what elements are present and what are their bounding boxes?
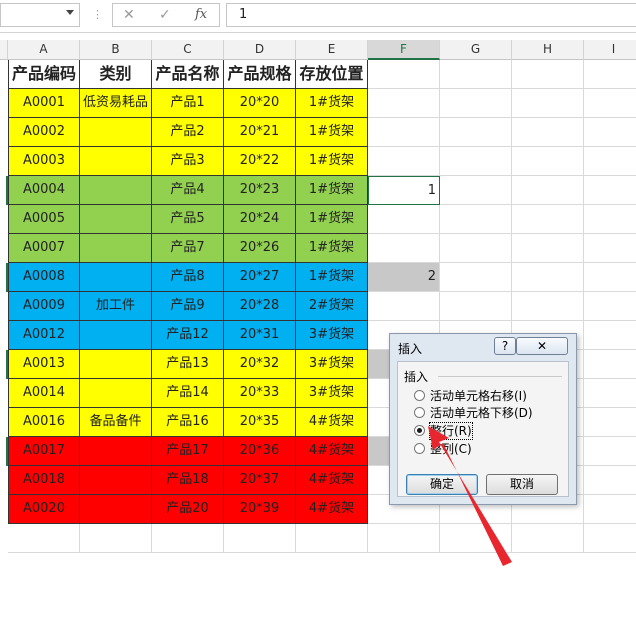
annotation-arrow-icon [428,426,512,566]
